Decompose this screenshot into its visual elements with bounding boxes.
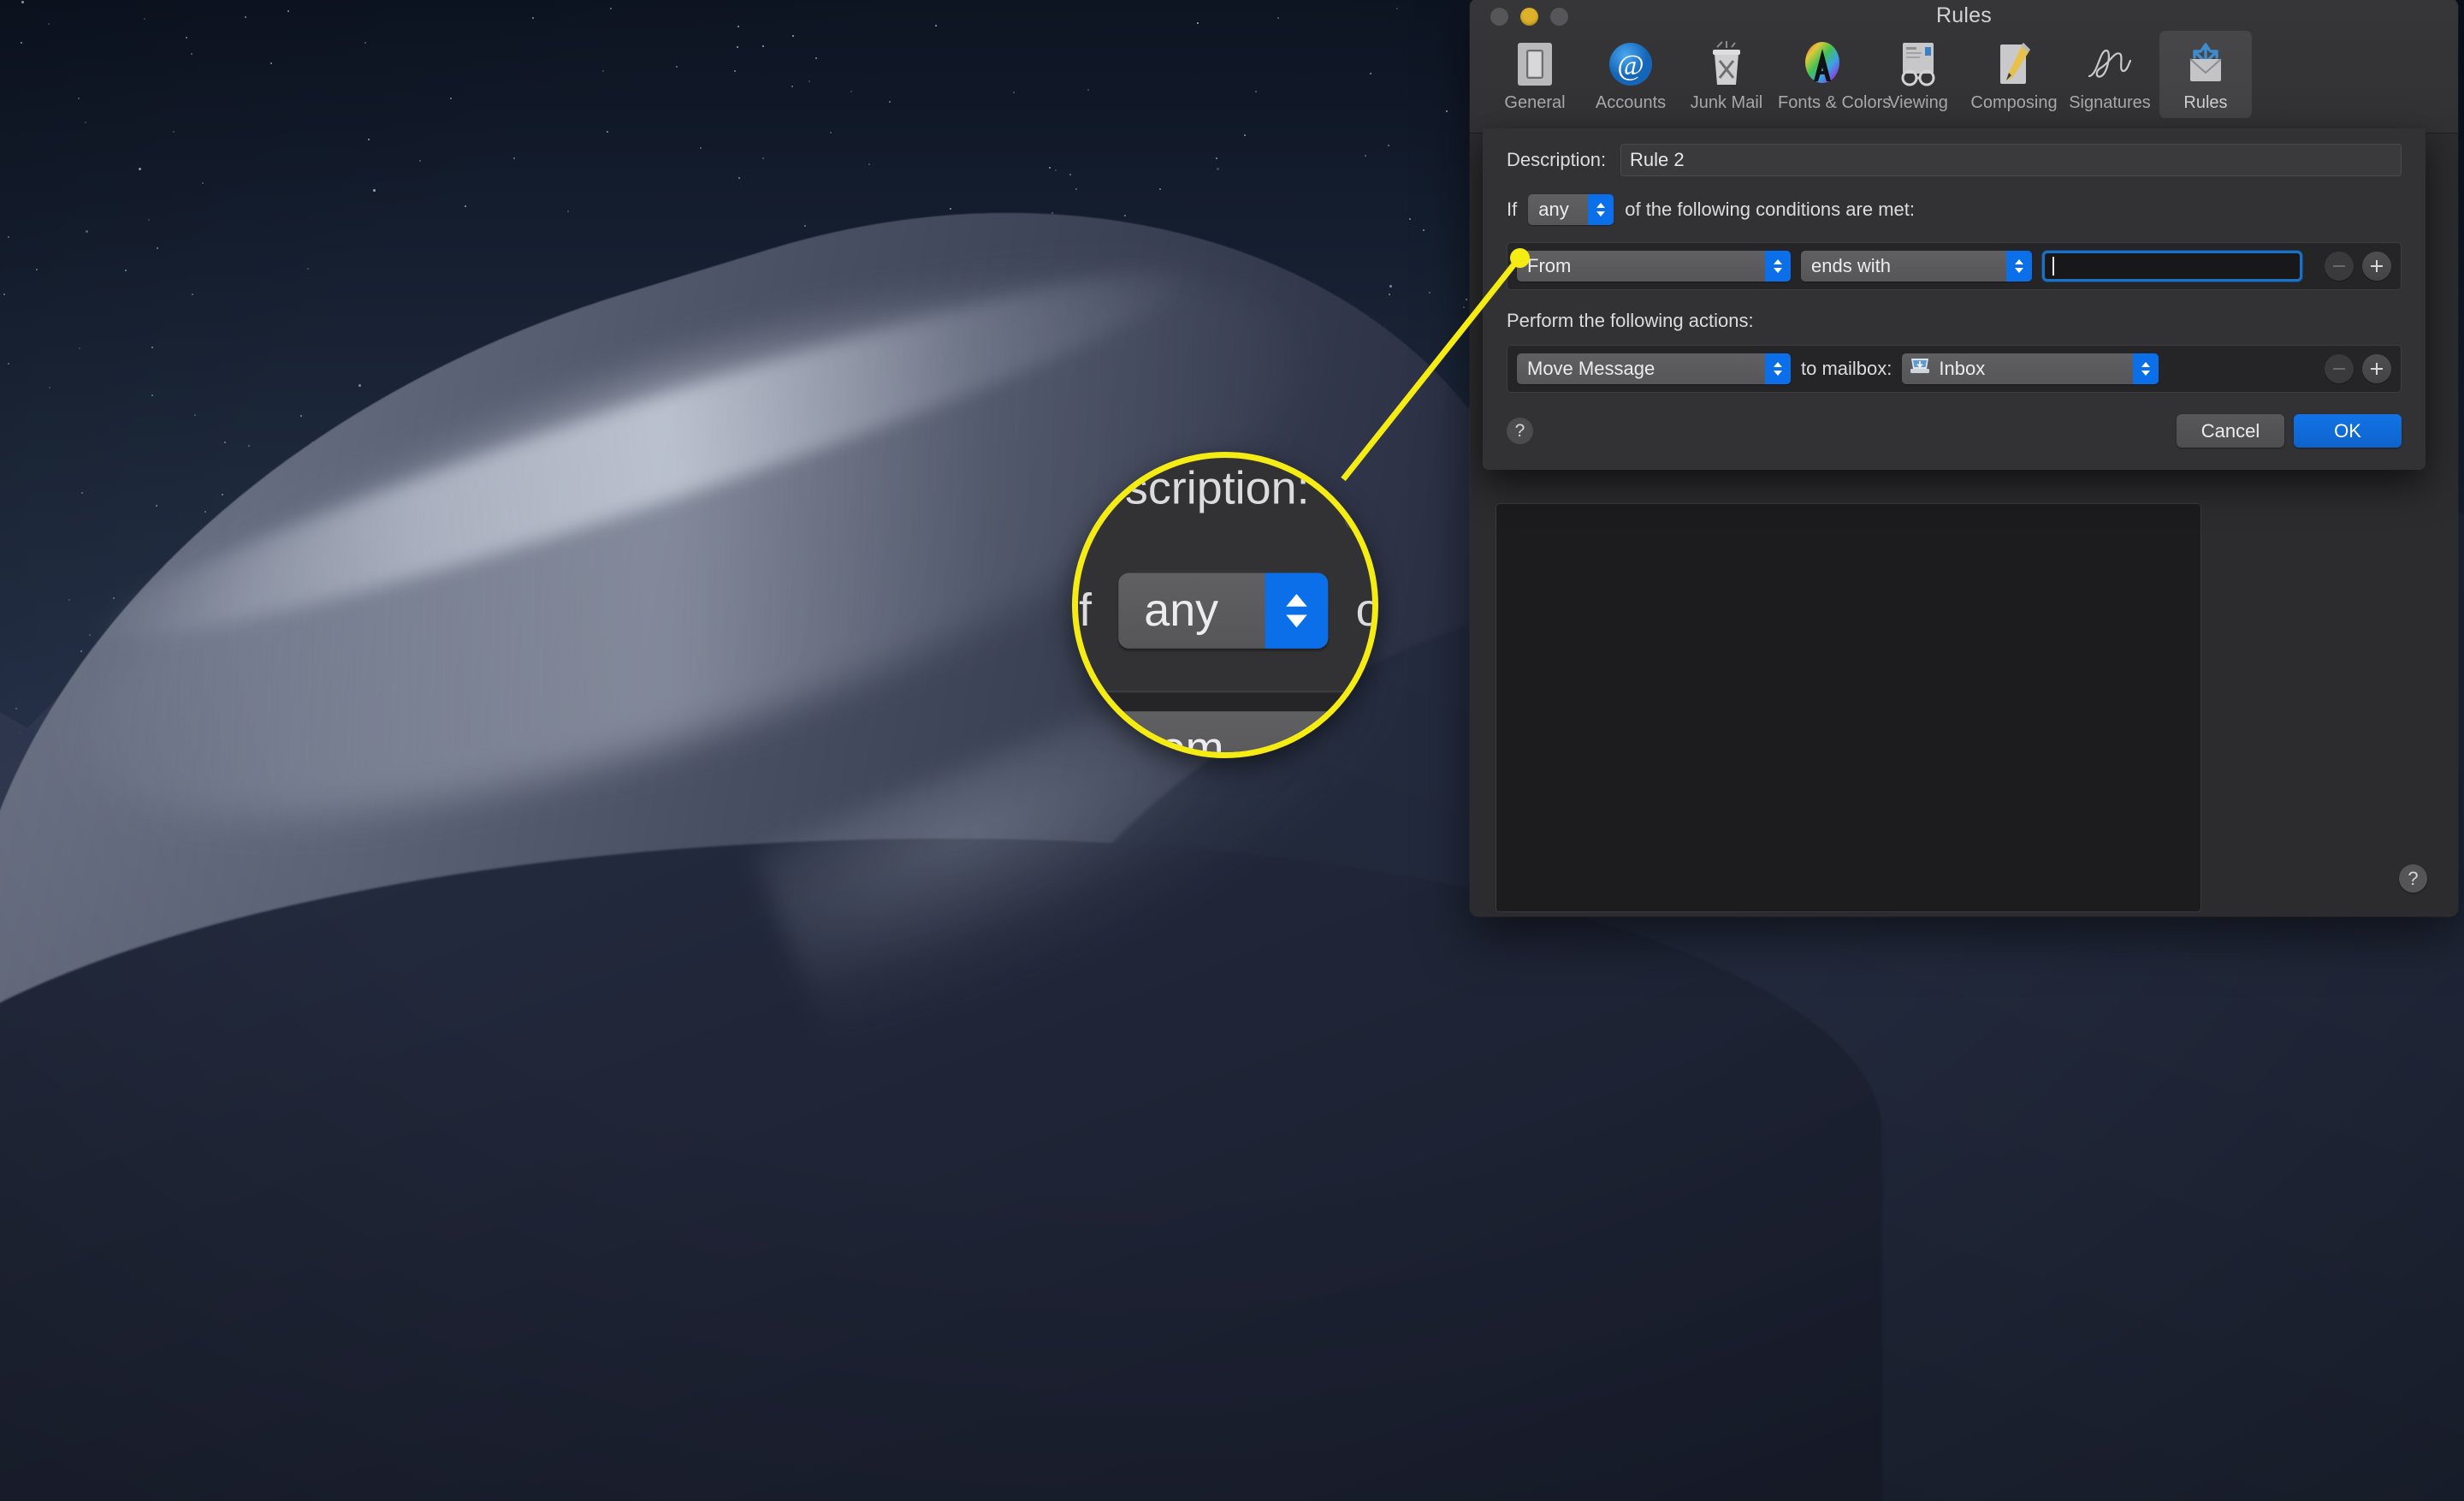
composing-pencil-icon bbox=[1969, 38, 2058, 91]
toolbar-label-rules: Rules bbox=[2183, 93, 2228, 112]
actions-group: Move Message to mailbox: Inbox bbox=[1507, 345, 2402, 393]
rules-list-area[interactable] bbox=[1496, 503, 2201, 912]
svg-text:@: @ bbox=[1617, 50, 1644, 81]
sheet-help-button[interactable]: ? bbox=[1507, 418, 1533, 444]
actions-label: Perform the following actions: bbox=[1507, 310, 1754, 331]
match-type-popup[interactable]: any bbox=[1528, 194, 1614, 225]
viewing-glasses-icon bbox=[1874, 38, 1963, 91]
help-button[interactable]: ? bbox=[2399, 864, 2427, 893]
toolbar-item-composing[interactable]: Composing bbox=[1968, 31, 2060, 118]
rules-envelope-icon bbox=[2161, 38, 2250, 91]
signature-icon bbox=[2065, 38, 2154, 91]
conditions-group: From ends with bbox=[1507, 242, 2402, 290]
chevron-updown-icon bbox=[1588, 194, 1614, 225]
add-action-button[interactable] bbox=[2362, 354, 2391, 383]
text-caret bbox=[2052, 257, 2054, 276]
toolbar-item-signatures[interactable]: Signatures bbox=[2064, 31, 2156, 118]
toolbar-label-junk-mail: Junk Mail bbox=[1690, 93, 1763, 112]
remove-condition-button[interactable] bbox=[2325, 252, 2354, 281]
fonts-colors-icon bbox=[1778, 38, 1867, 91]
if-label: If bbox=[1507, 199, 1518, 220]
inbox-tray-icon bbox=[1909, 356, 1931, 382]
add-condition-button[interactable] bbox=[2362, 252, 2391, 281]
toolbar-label-composing: Composing bbox=[1970, 93, 2058, 112]
toolbar-label-viewing: Viewing bbox=[1888, 93, 1948, 112]
condition-row-buttons bbox=[2325, 252, 2391, 281]
chevron-updown-icon bbox=[1765, 353, 1791, 384]
remove-action-button[interactable] bbox=[2325, 354, 2354, 383]
sheet-button-group: Cancel OK bbox=[2177, 414, 2402, 448]
toolbar-label-general: General bbox=[1504, 93, 1566, 112]
chevron-updown-icon bbox=[2133, 353, 2159, 384]
mailbox-popup[interactable]: Inbox bbox=[1902, 353, 2159, 384]
condition-header-popup[interactable]: From bbox=[1517, 251, 1791, 282]
junk-mail-bin-icon bbox=[1682, 38, 1771, 91]
chevron-updown-icon bbox=[2006, 251, 2032, 282]
toolbar-item-general[interactable]: General bbox=[1489, 31, 1581, 118]
action-type-popup[interactable]: Move Message bbox=[1517, 353, 1791, 384]
window-titlebar: Rules General @ Accounts Junk Mail Fonts… bbox=[1470, 0, 2458, 133]
description-label: Description: bbox=[1507, 149, 1607, 170]
mail-preferences-window: Rules General @ Accounts Junk Mail Fonts… bbox=[1470, 0, 2458, 917]
action-type-value: Move Message bbox=[1527, 358, 1656, 379]
window-title: Rules bbox=[1936, 3, 1992, 27]
condition-operator-value: ends with bbox=[1811, 255, 1891, 276]
ok-button[interactable]: OK bbox=[2294, 414, 2402, 448]
condition-value-input[interactable] bbox=[2042, 251, 2302, 282]
condition-header-value: From bbox=[1527, 255, 1572, 276]
toolbar-label-signatures: Signatures bbox=[2069, 93, 2151, 112]
cancel-button[interactable]: Cancel bbox=[2177, 414, 2284, 448]
mailbox-value: Inbox bbox=[1939, 358, 1986, 379]
sheet-footer: ? Cancel OK bbox=[1507, 414, 2402, 448]
to-mailbox-label: to mailbox: bbox=[1801, 358, 1892, 379]
toolbar-item-accounts[interactable]: @ Accounts bbox=[1584, 31, 1677, 118]
general-icon bbox=[1490, 38, 1579, 91]
match-type-value: any bbox=[1538, 199, 1569, 220]
description-row: Description: Rule 2 bbox=[1507, 144, 2402, 176]
toolbar-item-rules[interactable]: Rules bbox=[2159, 31, 2252, 118]
accounts-at-icon: @ bbox=[1586, 38, 1675, 91]
conditions-met-label: of the following conditions are met: bbox=[1625, 199, 1915, 220]
condition-header-row: If any of the following conditions are m… bbox=[1507, 194, 2402, 225]
toolbar-label-accounts: Accounts bbox=[1595, 93, 1667, 112]
action-row-buttons bbox=[2325, 354, 2391, 383]
description-input[interactable]: Rule 2 bbox=[1620, 144, 2402, 176]
toolbar-item-junk-mail[interactable]: Junk Mail bbox=[1680, 31, 1773, 118]
toolbar-label-fonts-colors: Fonts & Colors bbox=[1778, 93, 1892, 112]
preferences-toolbar: General @ Accounts Junk Mail Fonts & Col… bbox=[1470, 31, 2458, 118]
chevron-updown-icon bbox=[1765, 251, 1791, 282]
rule-editor-sheet: Description: Rule 2 If any of the follow… bbox=[1483, 128, 2426, 470]
toolbar-item-fonts-colors[interactable]: Fonts & Colors bbox=[1776, 31, 1892, 118]
condition-operator-popup[interactable]: ends with bbox=[1801, 251, 2032, 282]
toolbar-item-viewing[interactable]: Viewing bbox=[1872, 31, 1964, 118]
